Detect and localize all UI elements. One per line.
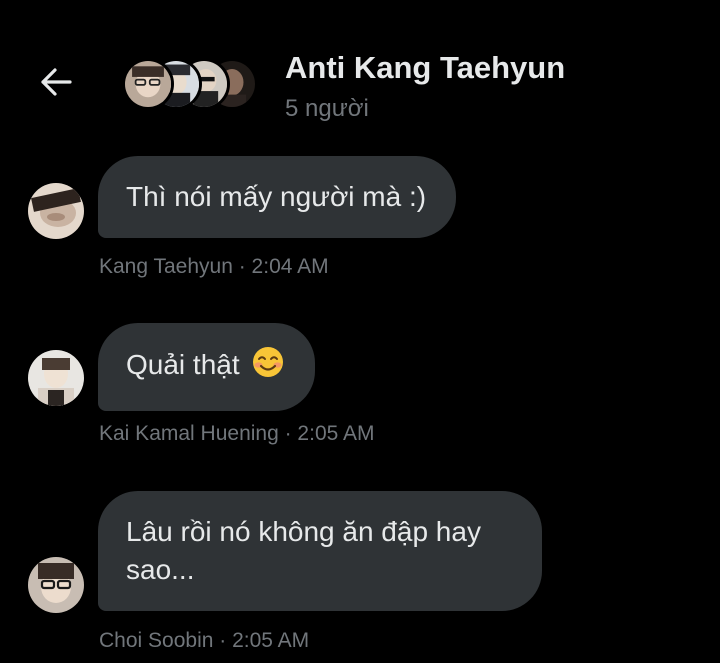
back-button[interactable] bbox=[30, 58, 82, 110]
sender-avatar-choi-soobin[interactable] bbox=[28, 557, 84, 613]
smiling-face-icon bbox=[251, 345, 285, 389]
message-text: Thì nói mấy người mà :) bbox=[126, 181, 427, 212]
member-avatar bbox=[122, 58, 174, 110]
sender-avatar-kai-kamal-huening[interactable] bbox=[28, 350, 84, 406]
member-count[interactable]: 5 người bbox=[285, 95, 369, 123]
message-meta: Kai Kamal Huening · 2:05 AM bbox=[99, 422, 375, 445]
sender-avatar-kang-taehyun[interactable] bbox=[28, 183, 84, 239]
message-meta: Choi Soobin · 2:05 AM bbox=[99, 629, 310, 652]
conversation-title[interactable]: Anti Kang Taehyun bbox=[285, 50, 565, 86]
group-avatar-stack[interactable] bbox=[122, 58, 262, 110]
message-meta: Kang Taehyun · 2:04 AM bbox=[99, 255, 329, 278]
message-text: Quải thật bbox=[126, 349, 240, 380]
message-text: Lâu rồi nó không ăn đập hay sao... bbox=[126, 516, 481, 585]
arrow-left-icon bbox=[39, 67, 73, 102]
message-bubble[interactable]: Quải thật bbox=[98, 323, 316, 411]
message-bubble[interactable]: Lâu rồi nó không ăn đập hay sao... bbox=[98, 491, 542, 611]
message-bubble[interactable]: Thì nói mấy người mà :) bbox=[98, 156, 457, 238]
chat-screen: Anti Kang Taehyun 5 người Thì nói mấy ng… bbox=[0, 0, 720, 663]
